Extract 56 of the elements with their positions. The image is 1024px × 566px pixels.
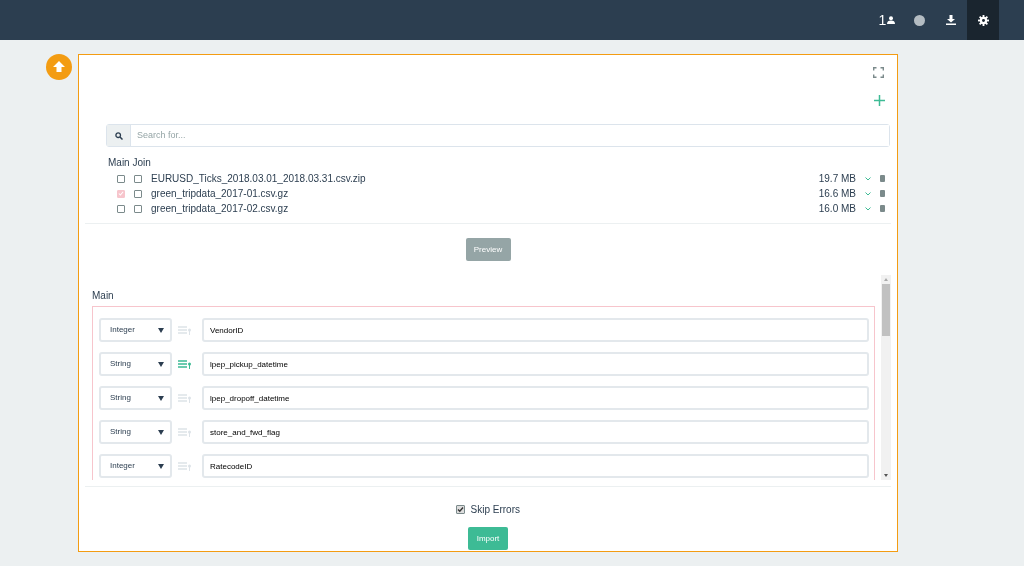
scrollbar-thumb[interactable] (882, 284, 890, 336)
column-name-field[interactable]: RatecodeID (202, 454, 869, 478)
expand-icon[interactable] (865, 206, 871, 211)
key-list-icon[interactable] (178, 427, 192, 437)
search-field[interactable]: Search for... (106, 124, 890, 147)
delete-icon[interactable] (880, 190, 885, 197)
caret-icon (158, 429, 164, 435)
join-checkbox[interactable] (134, 174, 142, 183)
caret-icon (158, 361, 164, 367)
expand-icon[interactable] (865, 176, 871, 181)
join-checkbox[interactable] (134, 189, 142, 198)
file-name: EURUSD_Ticks_2018.03.01_2018.03.31.csv.zip (151, 172, 367, 186)
type-select[interactable]: Integer (99, 454, 172, 478)
status-dot-icon[interactable] (913, 14, 925, 26)
column-name-field[interactable]: lpep_dropoff_datetime (202, 386, 869, 410)
type-select[interactable]: String (99, 352, 172, 376)
main-checkbox[interactable] (117, 189, 125, 198)
fullscreen-icon[interactable] (873, 67, 884, 78)
type-select[interactable]: String (99, 386, 172, 410)
add-icon[interactable] (874, 95, 885, 106)
caret-icon (158, 395, 164, 401)
column-name-field[interactable]: VendorID (202, 318, 869, 342)
column-header: Join (132, 156, 151, 170)
search-icon (114, 131, 123, 140)
key-list-icon[interactable] (178, 393, 192, 403)
user-icon[interactable] (887, 16, 896, 24)
download-icon[interactable] (946, 15, 956, 25)
file-name: green_tripdata_2017-02.csv.gz (151, 202, 290, 216)
key-list-icon[interactable] (178, 461, 192, 471)
main-checkbox[interactable] (117, 174, 125, 183)
caret-icon (158, 463, 164, 469)
type-select[interactable]: Integer (99, 318, 172, 342)
expand-icon[interactable] (865, 191, 871, 196)
join-checkbox[interactable] (134, 204, 142, 213)
delete-icon[interactable] (880, 205, 885, 212)
file-name: green_tripdata_2017-01.csv.gz (151, 187, 290, 201)
type-select[interactable]: String (99, 420, 172, 444)
delete-icon[interactable] (880, 175, 885, 182)
section-title: Main (92, 290, 114, 301)
file-size: 19.7 MB (818, 172, 856, 186)
column-header: Main (108, 156, 130, 170)
caret-icon (158, 327, 164, 333)
user-count: 1 (878, 10, 887, 30)
main-checkbox[interactable] (117, 204, 125, 213)
file-size: 16.6 MB (818, 187, 856, 201)
upload-button[interactable] (46, 54, 72, 80)
column-name-field[interactable]: lpep_pickup_datetime (202, 352, 869, 376)
arrow-up-icon (53, 61, 65, 73)
file-size: 16.0 MB (818, 202, 856, 216)
column-name-field[interactable]: store_and_fwd_flag (202, 420, 869, 444)
skip-errors-label: Skip Errors (470, 503, 520, 517)
skip-errors-checkbox[interactable] (456, 505, 465, 514)
key-list-icon[interactable] (178, 359, 192, 369)
settings-icon[interactable] (977, 14, 989, 26)
scrollbar[interactable] (881, 275, 891, 480)
key-list-icon[interactable] (178, 325, 192, 335)
